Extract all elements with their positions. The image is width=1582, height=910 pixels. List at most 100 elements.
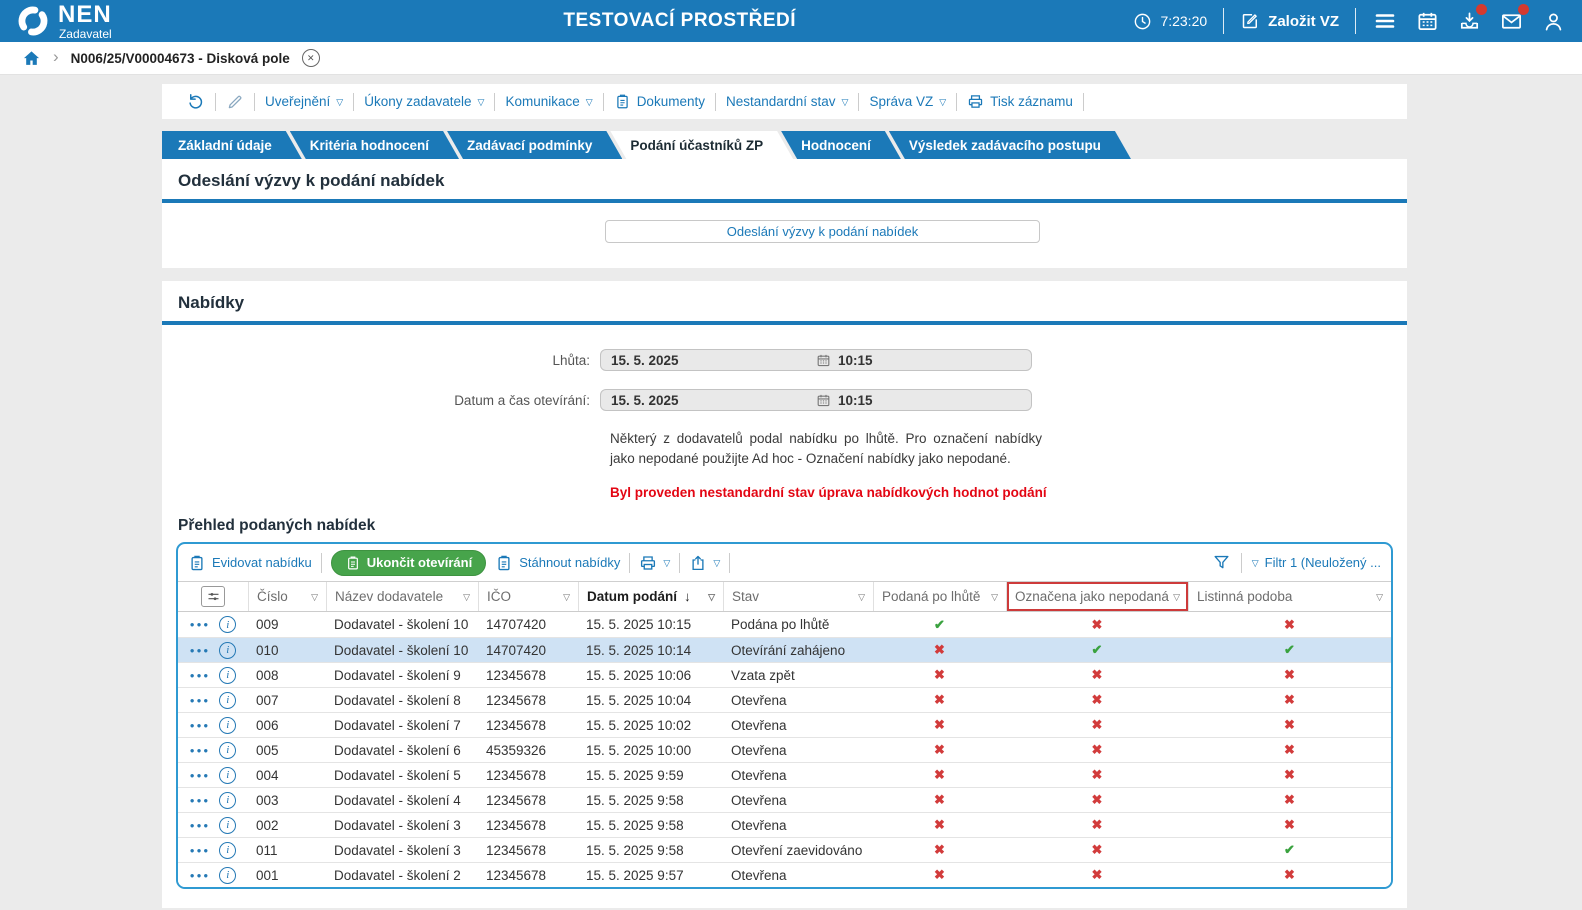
table-row[interactable]: ●●●i003Dodavatel - školení 41234567815. … bbox=[178, 787, 1391, 812]
deadline-field[interactable]: 15. 5. 2025 10:15 bbox=[600, 349, 1032, 371]
column-settings-button[interactable] bbox=[178, 582, 248, 611]
table-row[interactable]: ●●●i007Dodavatel - školení 81234567815. … bbox=[178, 687, 1391, 712]
ukoncit-otevirani-button[interactable]: Ukončit otevírání bbox=[331, 550, 486, 576]
tab-kriteria-hodnoceni[interactable]: Kritéria hodnocení bbox=[290, 131, 459, 159]
tab-podani-ucastniku-zp[interactable]: Podání účastníků ZP bbox=[610, 131, 793, 159]
row-info-icon[interactable]: i bbox=[219, 667, 236, 684]
table-row[interactable]: ●●●i002Dodavatel - školení 31234567815. … bbox=[178, 812, 1391, 837]
check-icon: ✔ bbox=[1092, 642, 1103, 657]
row-menu-icon[interactable]: ●●● bbox=[190, 796, 211, 805]
column-header-oznacena-jako-nepodana[interactable]: Označena jako nepodaná▽ bbox=[1006, 582, 1188, 611]
nen-logo[interactable]: NEN Zadavatel bbox=[16, 3, 226, 40]
menu-dokumenty[interactable]: Dokumenty bbox=[604, 93, 715, 110]
row-menu-icon[interactable]: ●●● bbox=[190, 721, 211, 730]
filter-caret-icon[interactable]: ▽ bbox=[1173, 592, 1180, 603]
column-header-ico[interactable]: IČO▽ bbox=[478, 582, 578, 611]
column-header-listinna-podoba[interactable]: Listinná podoba▽ bbox=[1188, 582, 1391, 611]
row-menu-icon[interactable]: ●●● bbox=[190, 846, 211, 855]
row-info-icon[interactable]: i bbox=[219, 642, 236, 659]
check-icon: ✔ bbox=[1284, 842, 1295, 857]
evidovat-nabidku-button[interactable]: Evidovat nabídku bbox=[188, 554, 312, 572]
filter-icon-button[interactable] bbox=[1212, 553, 1231, 572]
row-menu-icon[interactable]: ●●● bbox=[190, 646, 211, 655]
table-row[interactable]: ●●●i009Dodavatel - školení 101470742015.… bbox=[178, 612, 1391, 637]
row-info-icon[interactable]: i bbox=[219, 867, 236, 884]
filter-caret-icon[interactable]: ▽ bbox=[708, 592, 715, 603]
row-info-icon[interactable]: i bbox=[219, 792, 236, 809]
tab-zadavaci-podminky[interactable]: Zadávací podmínky bbox=[447, 131, 622, 159]
downloads-button[interactable] bbox=[1456, 8, 1482, 34]
print-table-button[interactable]: ▽ bbox=[639, 554, 670, 572]
menu-nestandardni-stav[interactable]: Nestandardní stav▽ bbox=[716, 94, 858, 109]
refresh-button[interactable] bbox=[176, 92, 215, 111]
filter-caret-icon[interactable]: ▽ bbox=[311, 592, 318, 603]
column-header-cislo[interactable]: Číslo ▽ bbox=[248, 582, 326, 611]
column-label: Číslo bbox=[257, 589, 288, 604]
menu-tisk-zaznamu[interactable]: Tisk záznamu bbox=[957, 93, 1083, 110]
row-menu-icon[interactable]: ●●● bbox=[190, 696, 211, 705]
row-info-icon[interactable]: i bbox=[219, 692, 236, 709]
edit-button[interactable] bbox=[216, 93, 254, 111]
menu-label: Komunikace bbox=[505, 94, 579, 109]
column-header-datum-podani[interactable]: Datum podání↓▽ bbox=[578, 582, 723, 611]
filter-caret-icon[interactable]: ▽ bbox=[563, 592, 570, 603]
breadcrumb-item[interactable]: N006/25/V00004673 - Disková pole bbox=[71, 51, 290, 66]
main-menu-button[interactable] bbox=[1372, 8, 1398, 34]
row-info-icon[interactable]: i bbox=[219, 616, 236, 633]
odeslani-vyzvy-button[interactable]: Odeslání výzvy k podání nabídek bbox=[605, 220, 1040, 243]
row-info-icon[interactable]: i bbox=[219, 842, 236, 859]
cell-datum-podani: 15. 5. 2025 9:58 bbox=[578, 818, 723, 833]
close-icon[interactable]: ✕ bbox=[302, 49, 320, 67]
tab-zakladni-udaje[interactable]: Základní údaje bbox=[162, 131, 302, 159]
row-info-icon[interactable]: i bbox=[219, 717, 236, 734]
cell-datum-podani: 15. 5. 2025 10:02 bbox=[578, 718, 723, 733]
row-menu-icon[interactable]: ●●● bbox=[190, 871, 211, 880]
home-icon[interactable] bbox=[22, 49, 41, 68]
cell-ico: 14707420 bbox=[478, 617, 578, 632]
tab-vysledek[interactable]: Výsledek zadávacího postupu bbox=[889, 131, 1131, 159]
cross-icon: ✖ bbox=[1092, 692, 1103, 707]
filter-select[interactable]: ▽Filtr 1 (Neuložený ... bbox=[1252, 555, 1381, 570]
table-row[interactable]: ●●●i006Dodavatel - školení 71234567815. … bbox=[178, 712, 1391, 737]
cell-stav: Otevřena bbox=[723, 693, 873, 708]
stahnout-nabidky-button[interactable]: Stáhnout nabídky bbox=[495, 554, 620, 572]
filter-caret-icon[interactable]: ▽ bbox=[1376, 592, 1383, 603]
table-row[interactable]: ●●●i008Dodavatel - školení 91234567815. … bbox=[178, 662, 1391, 687]
tab-hodnoceni[interactable]: Hodnocení bbox=[781, 131, 901, 159]
session-time: 7:23:20 bbox=[1160, 13, 1207, 29]
column-header-stav[interactable]: Stav▽ bbox=[723, 582, 873, 611]
opening-field[interactable]: 15. 5. 2025 10:15 bbox=[600, 389, 1032, 411]
calendar-button[interactable] bbox=[1414, 8, 1440, 34]
row-menu-icon[interactable]: ●●● bbox=[190, 671, 211, 680]
menu-komunikace[interactable]: Komunikace▽ bbox=[495, 94, 602, 109]
row-menu-icon[interactable]: ●●● bbox=[190, 746, 211, 755]
create-vz-button[interactable]: Založit VZ bbox=[1240, 11, 1339, 31]
cell-flag: ✖ bbox=[873, 642, 1006, 658]
filter-caret-icon[interactable]: ▽ bbox=[463, 592, 470, 603]
cell-flag: ✖ bbox=[1006, 742, 1188, 758]
table-row[interactable]: ●●●i011Dodavatel - školení 31234567815. … bbox=[178, 837, 1391, 862]
row-info-icon[interactable]: i bbox=[219, 742, 236, 759]
menu-sprava-vz[interactable]: Správa VZ▽ bbox=[859, 94, 956, 109]
column-header-podana-po-lhute[interactable]: Podaná po lhůtě▽ bbox=[873, 582, 1006, 611]
menu-ukony-zadavatele[interactable]: Úkony zadavatele▽ bbox=[354, 94, 494, 109]
filter-caret-icon[interactable]: ▽ bbox=[858, 592, 865, 603]
table-row[interactable]: ●●●i010Dodavatel - školení 101470742015.… bbox=[178, 637, 1391, 662]
filter-caret-icon[interactable]: ▽ bbox=[991, 592, 998, 603]
environment-title: TESTOVACÍ PROSTŘEDÍ bbox=[226, 10, 1133, 32]
row-info-icon[interactable]: i bbox=[219, 817, 236, 834]
cross-icon: ✖ bbox=[1284, 667, 1295, 682]
row-menu-icon[interactable]: ●●● bbox=[190, 771, 211, 780]
menu-uverejneni[interactable]: Uveřejnění▽ bbox=[255, 94, 353, 109]
row-menu-icon[interactable]: ●●● bbox=[190, 821, 211, 830]
messages-button[interactable] bbox=[1498, 8, 1524, 34]
section-title: Odeslání výzvy k podání nabídek bbox=[178, 171, 1391, 199]
row-info-icon[interactable]: i bbox=[219, 767, 236, 784]
column-header-nazev-dodavatele[interactable]: Název dodavatele▽ bbox=[326, 582, 478, 611]
table-row[interactable]: ●●●i004Dodavatel - školení 51234567815. … bbox=[178, 762, 1391, 787]
table-row[interactable]: ●●●i005Dodavatel - školení 64535932615. … bbox=[178, 737, 1391, 762]
profile-button[interactable] bbox=[1540, 8, 1566, 34]
row-menu-icon[interactable]: ●●● bbox=[190, 620, 211, 629]
table-row[interactable]: ●●●i001Dodavatel - školení 21234567815. … bbox=[178, 862, 1391, 887]
export-button[interactable]: ▽ bbox=[689, 554, 720, 572]
